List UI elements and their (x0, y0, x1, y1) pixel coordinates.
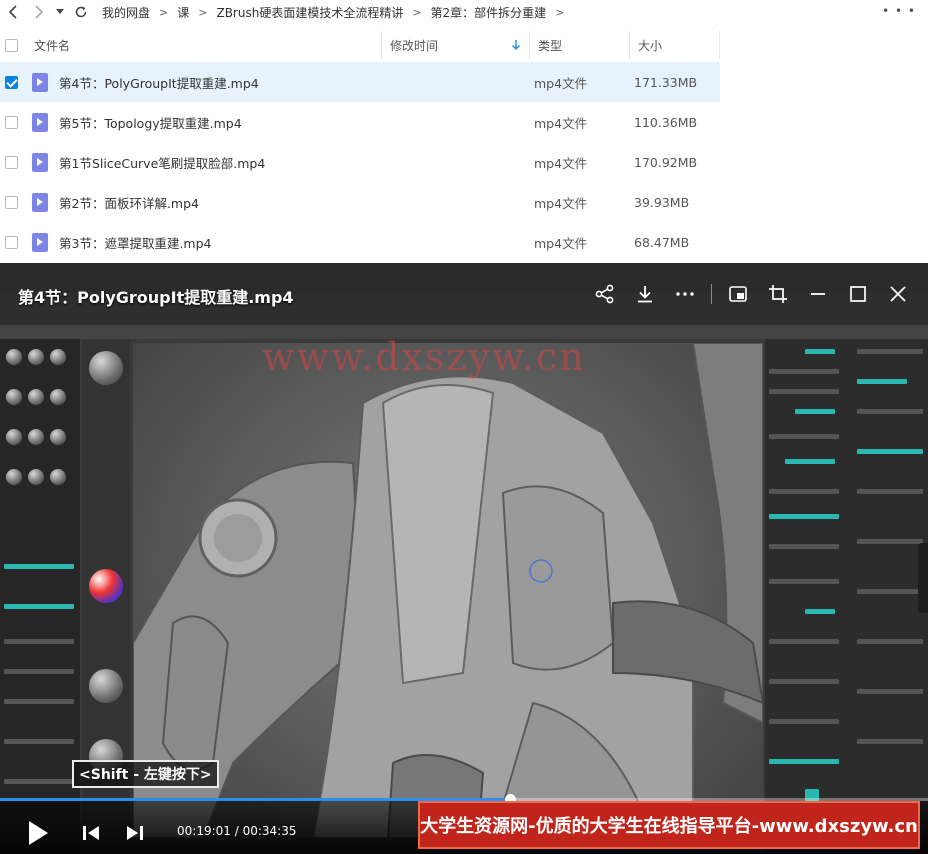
breadcrumb-item-chapter[interactable]: 第2章：部件拆分重建 (427, 4, 551, 21)
close-icon (890, 286, 906, 302)
video-file-icon (32, 112, 48, 132)
file-size: 171.33MB (634, 74, 698, 90)
play-button[interactable] (26, 820, 50, 850)
file-row[interactable]: 第5节：Topology提取重建.mp4 mp4文件 110.36MB (0, 102, 720, 142)
column-header-name[interactable]: 文件名 (26, 31, 382, 59)
file-name[interactable]: 第3节：遮罩提取重建.mp4 (56, 233, 534, 252)
video-player[interactable]: www.dxszyw.cn 第4节：PolyGroupIt提取重建.mp4 <S… (0, 263, 928, 854)
video-file-icon (32, 192, 48, 212)
video-file-icon (32, 152, 48, 172)
zbrush-tool-panel (765, 339, 928, 854)
share-button[interactable] (585, 281, 625, 307)
maximize-icon (850, 286, 866, 302)
breadcrumb-separator: > (198, 5, 208, 19)
zbrush-brush-shelf (0, 339, 80, 854)
row-checkbox[interactable] (5, 195, 18, 209)
select-all-cell[interactable] (0, 31, 26, 59)
play-icon (29, 821, 48, 845)
file-list-header: 文件名 修改时间 类型 大小 (0, 31, 720, 59)
ad-banner: 大学生资源网-优质的大学生在线指导平台-www.dxszyw.cn (418, 801, 920, 849)
zbrush-viewport (132, 342, 765, 839)
file-type: mp4文件 (534, 195, 588, 211)
file-size: 68.47MB (634, 234, 690, 250)
next-button[interactable] (126, 824, 144, 846)
download-button[interactable] (625, 281, 665, 307)
download-icon (638, 286, 652, 303)
video-title: 第4节：PolyGroupIt提取重建.mp4 (18, 288, 294, 307)
close-button[interactable] (878, 281, 918, 307)
watermark-text: www.dxszyw.cn (262, 335, 586, 379)
file-row[interactable]: 第2节：面板环详解.mp4 mp4文件 39.93MB (0, 182, 720, 222)
file-row[interactable]: 第1节SliceCurve笔刷提取脸部.mp4 mp4文件 170.92MB (0, 142, 720, 182)
file-type: mp4文件 (534, 115, 588, 131)
file-name[interactable]: 第4节：PolyGroupIt提取重建.mp4 (56, 73, 534, 92)
video-file-icon (32, 232, 48, 252)
breadcrumb-separator: > (555, 5, 565, 19)
more-icon (676, 292, 694, 296)
file-row[interactable]: 第4节：PolyGroupIt提取重建.mp4 mp4文件 171.33MB (0, 62, 720, 102)
time-separator: / (234, 824, 243, 838)
row-checkbox[interactable] (5, 155, 18, 169)
current-time: 00:19:01 (177, 824, 231, 838)
breadcrumb-separator: > (412, 5, 422, 19)
breadcrumb-item-course[interactable]: 课 (173, 4, 193, 21)
previous-button[interactable] (82, 824, 100, 846)
file-row[interactable]: 第3节：遮罩提取重建.mp4 mp4文件 68.47MB (0, 222, 720, 262)
video-file-icon (32, 72, 48, 92)
column-header-modified-label: 修改时间 (390, 38, 439, 53)
minimize-button[interactable] (798, 281, 838, 307)
more-button[interactable] (665, 281, 705, 307)
file-type: mp4文件 (534, 235, 588, 251)
file-size: 170.92MB (634, 154, 698, 170)
row-checkbox[interactable] (5, 235, 18, 249)
file-name[interactable]: 第2节：面板环详解.mp4 (56, 193, 534, 212)
file-list: 第4节：PolyGroupIt提取重建.mp4 mp4文件 171.33MB 第… (0, 62, 720, 262)
file-type: mp4文件 (534, 75, 588, 91)
breadcrumb-bar: 我的网盘 > 课 > ZBrush硬表面建模技术全流程精讲 > 第2章：部件拆分… (0, 0, 928, 24)
breadcrumb-item-zbrush[interactable]: ZBrush硬表面建模技术全流程精讲 (212, 4, 407, 21)
row-checkbox[interactable] (5, 75, 18, 89)
skip-previous-icon (83, 826, 99, 840)
column-header-type[interactable]: 类型 (530, 31, 630, 59)
crop-icon (769, 285, 787, 303)
total-duration: 00:34:35 (242, 824, 297, 838)
chevron-left-icon (8, 5, 17, 19)
column-header-modified[interactable]: 修改时间 (382, 31, 530, 59)
caret-down-icon (56, 9, 64, 14)
breadcrumb: 我的网盘 > 课 > ZBrush硬表面建模技术全流程精讲 > 第2章：部件拆分… (98, 4, 569, 21)
video-header-controls (585, 281, 918, 307)
file-size: 39.93MB (634, 194, 690, 210)
breadcrumb-separator: > (159, 5, 169, 19)
history-dropdown-button[interactable] (52, 0, 68, 24)
sort-descending-icon (511, 40, 521, 51)
hard-surface-model (132, 342, 765, 839)
picture-in-picture-icon (729, 286, 747, 302)
share-icon (595, 284, 614, 304)
column-header-size[interactable]: 大小 (630, 31, 720, 59)
file-name[interactable]: 第1节SliceCurve笔刷提取脸部.mp4 (56, 153, 534, 172)
more-options-icon[interactable]: • • • (882, 4, 916, 18)
file-type: mp4文件 (534, 155, 588, 171)
minimize-icon (811, 293, 825, 295)
playback-time: 00:19:01 / 00:34:35 (177, 824, 297, 838)
select-all-checkbox[interactable] (5, 38, 18, 52)
crop-button[interactable] (758, 281, 798, 307)
side-panel-handle[interactable] (918, 543, 928, 613)
skip-next-icon (127, 826, 143, 840)
controls-divider (711, 284, 712, 304)
refresh-icon (75, 6, 87, 18)
breadcrumb-item-root[interactable]: 我的网盘 (98, 4, 154, 21)
chevron-right-icon (35, 5, 44, 19)
back-button[interactable] (0, 0, 26, 24)
file-name[interactable]: 第5节：Topology提取重建.mp4 (56, 113, 534, 132)
row-checkbox[interactable] (5, 115, 18, 129)
file-size: 110.36MB (634, 114, 698, 130)
refresh-button[interactable] (68, 0, 94, 24)
maximize-button[interactable] (838, 281, 878, 307)
forward-button[interactable] (26, 0, 52, 24)
shortcut-hint: <Shift - 左键按下> (72, 760, 219, 788)
picture-in-picture-button[interactable] (718, 281, 758, 307)
